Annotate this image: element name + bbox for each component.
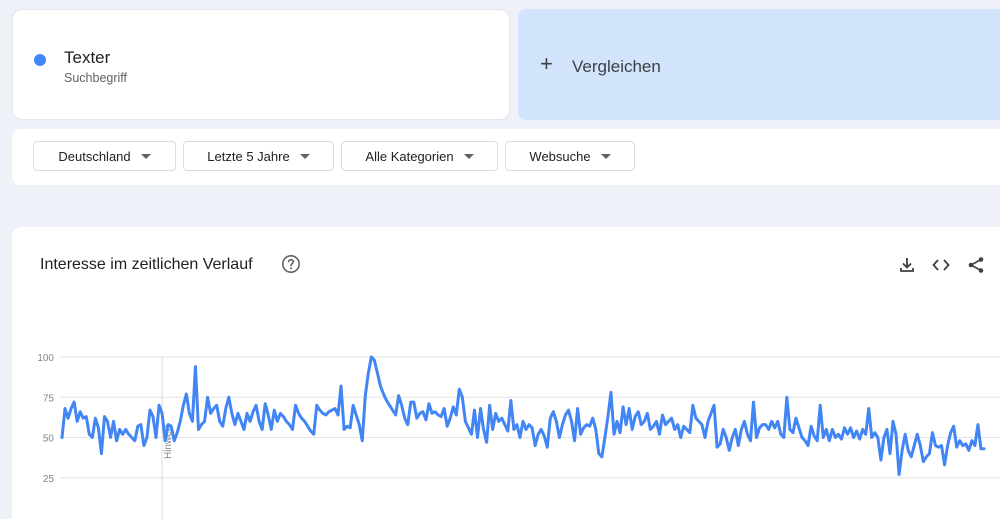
filter-category-dropdown[interactable]: Alle Kategorien: [341, 141, 498, 171]
y-tick-label-75: 75: [43, 393, 55, 404]
filter-timerange-dropdown[interactable]: Letzte 5 Jahre: [183, 141, 334, 171]
filter-timerange-label: Letzte 5 Jahre: [207, 148, 290, 164]
interest-over-time-card: Interesse im zeitlichen Verlauf 25 50 75 10…: [12, 227, 1000, 519]
dropdown-arrow-icon: [600, 153, 611, 159]
filter-searchtype-label: Websuche: [529, 148, 591, 164]
interest-line-chart: 255075100Hinweis: [37, 353, 1000, 519]
plus-icon: +: [540, 51, 553, 76]
term-color-dot: [34, 54, 46, 66]
filter-bar: Deutschland Letzte 5 Jahre Alle Kategori…: [12, 129, 1000, 185]
search-term-type: Suchbegriff: [64, 71, 128, 85]
filter-region-label: Deutschland: [58, 148, 131, 164]
filter-searchtype-dropdown[interactable]: Websuche: [505, 141, 635, 171]
dropdown-arrow-icon: [140, 153, 151, 159]
search-term-name[interactable]: Texter: [64, 48, 110, 68]
y-tick-label-25: 25: [43, 474, 55, 485]
y-tick-label-50: 50: [43, 434, 55, 445]
dropdown-arrow-icon: [299, 153, 310, 159]
compare-label: Vergleichen: [572, 57, 661, 76]
compare-button[interactable]: + Vergleichen: [518, 9, 1000, 120]
y-tick-label-100: 100: [37, 353, 54, 364]
search-term-card[interactable]: Texter Suchbegriff: [12, 9, 510, 120]
series-line: [60, 355, 986, 477]
filter-region-dropdown[interactable]: Deutschland: [33, 141, 176, 171]
filter-category-label: Alle Kategorien: [365, 148, 454, 164]
dropdown-arrow-icon: [463, 153, 474, 159]
